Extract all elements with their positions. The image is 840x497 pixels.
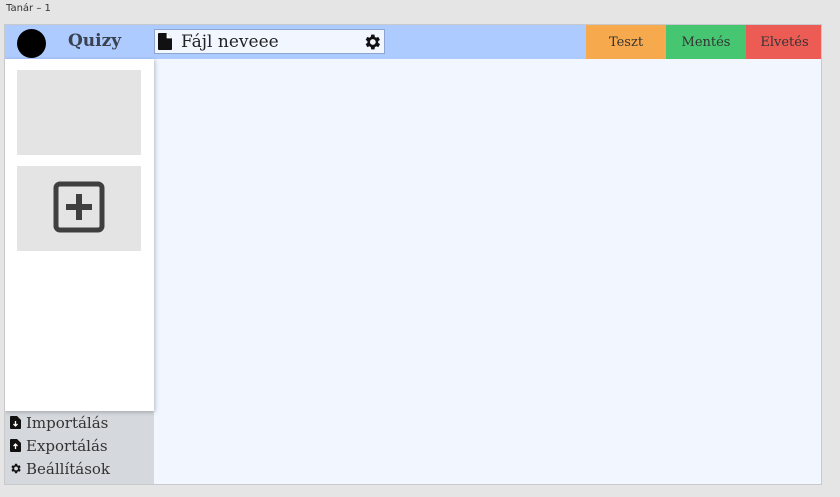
save-button[interactable]: Mentés [666, 25, 746, 59]
menu-item-import[interactable]: Importálás [9, 411, 154, 434]
file-name[interactable]: Fájl neveee [181, 32, 362, 52]
add-box-icon [53, 181, 105, 237]
artboard-label: Tanár – 1 [6, 3, 51, 14]
sidebar-menu: Importálás Exportálás Beállítások [9, 411, 154, 480]
file-name-field[interactable]: Fájl neveee [154, 29, 385, 54]
sidebar: Importálás Exportálás Beállítások [5, 59, 154, 484]
slide-list [5, 59, 154, 411]
gear-icon[interactable] [362, 32, 382, 52]
file-import-icon [9, 416, 22, 429]
menu-item-label: Beállítások [26, 459, 111, 478]
test-button[interactable]: Teszt [586, 25, 666, 59]
menu-item-export[interactable]: Exportálás [9, 434, 154, 457]
add-slide-button[interactable] [17, 166, 141, 251]
slide-thumbnail[interactable] [17, 70, 141, 155]
gear-icon [9, 462, 22, 475]
menu-item-label: Importálás [26, 413, 109, 432]
editor-canvas[interactable] [154, 59, 821, 484]
menu-item-label: Exportálás [26, 436, 108, 455]
menu-item-settings[interactable]: Beállítások [9, 457, 154, 480]
file-export-icon [9, 439, 22, 452]
top-bar: Quizy Fájl neveee Teszt Mentés Elvetés [5, 25, 821, 59]
discard-button[interactable]: Elvetés [746, 25, 821, 59]
logo [17, 29, 46, 58]
file-icon [158, 33, 172, 50]
brand-name: Quizy [68, 31, 122, 51]
app-window: Quizy Fájl neveee Teszt Mentés Elvetés I… [4, 24, 822, 485]
